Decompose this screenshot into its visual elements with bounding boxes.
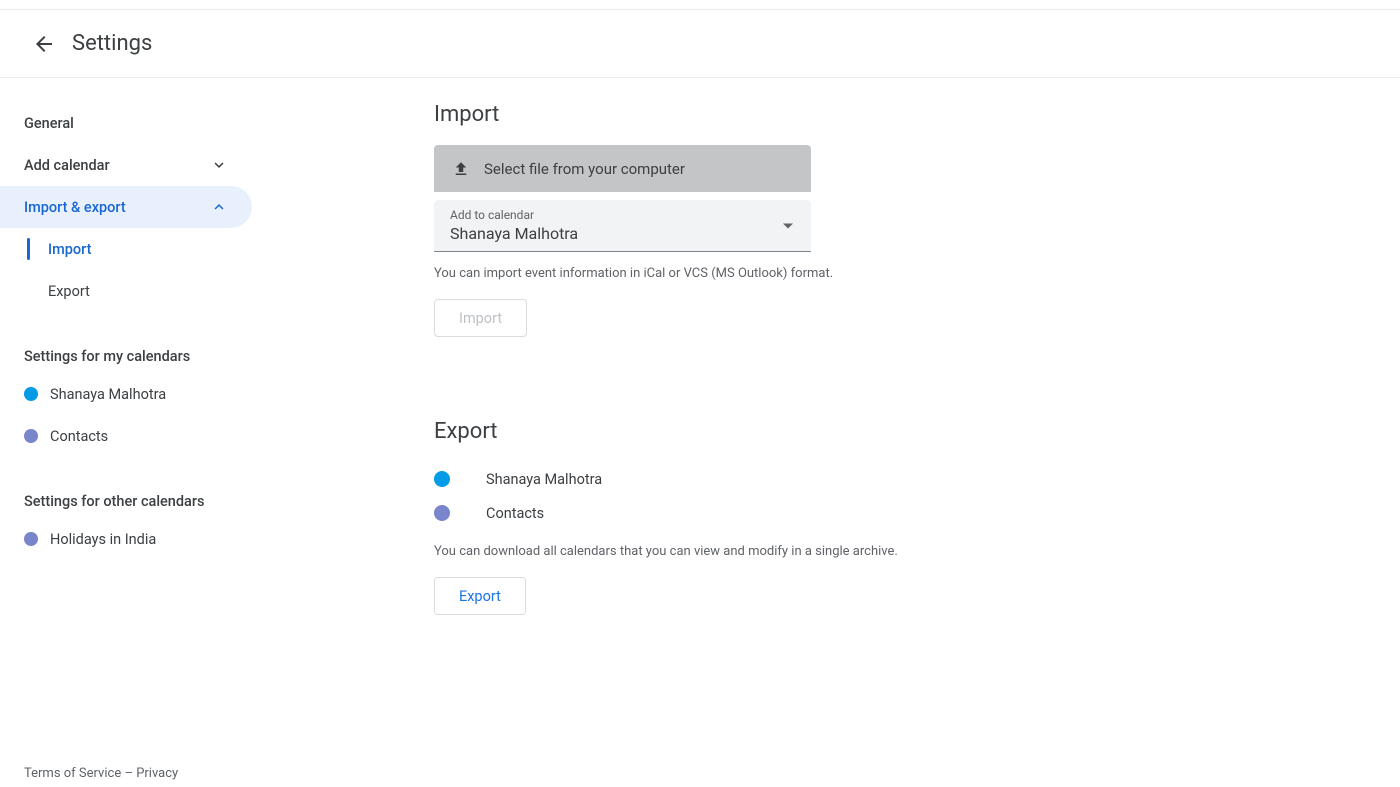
back-button[interactable] (24, 24, 64, 64)
sidebar-subitem-export[interactable]: Export (0, 270, 280, 312)
main-content: Import Select file from your computer Ad… (280, 78, 1400, 787)
sidebar: General Add calendar Import & export Imp… (0, 78, 280, 787)
footer: Terms of Service – Privacy (24, 766, 178, 781)
export-section-title: Export (434, 419, 1376, 444)
export-item-contacts: Contacts (434, 496, 1376, 530)
calendar-color-dot (434, 471, 450, 487)
export-button[interactable]: Export (434, 577, 526, 615)
calendar-color-dot (24, 532, 38, 546)
dropdown-value: Shanaya Malhotra (450, 224, 795, 243)
chevron-up-icon (210, 198, 228, 216)
header: Settings (0, 10, 1400, 78)
sidebar-subitem-label: Export (48, 283, 90, 300)
export-helper-text: You can download all calendars that you … (434, 544, 934, 559)
calendar-item-label: Shanaya Malhotra (50, 386, 166, 403)
privacy-link[interactable]: Privacy (136, 766, 178, 781)
calendar-item-shanaya[interactable]: Shanaya Malhotra (0, 373, 280, 415)
sidebar-section-my-calendars: Settings for my calendars (0, 332, 280, 373)
calendar-item-holidays[interactable]: Holidays in India (0, 518, 280, 560)
calendar-color-dot (24, 387, 38, 401)
calendar-color-dot (434, 505, 450, 521)
export-item-label: Shanaya Malhotra (486, 471, 602, 488)
sidebar-section-other-calendars: Settings for other calendars (0, 477, 280, 518)
calendar-color-dot (24, 429, 38, 443)
arrow-left-icon (32, 32, 56, 56)
import-button-label: Import (459, 310, 502, 327)
export-item-label: Contacts (486, 505, 544, 522)
export-button-label: Export (459, 588, 501, 605)
dropdown-label: Add to calendar (450, 208, 795, 222)
sidebar-item-import-export[interactable]: Import & export (0, 186, 252, 228)
sidebar-item-label: General (24, 115, 74, 132)
calendar-item-contacts[interactable]: Contacts (0, 415, 280, 457)
export-item-shanaya: Shanaya Malhotra (434, 462, 1376, 496)
add-to-calendar-dropdown[interactable]: Add to calendar Shanaya Malhotra (434, 200, 811, 252)
footer-separator: – (121, 766, 136, 781)
sidebar-item-add-calendar[interactable]: Add calendar (0, 144, 252, 186)
import-section-title: Import (434, 102, 1376, 127)
upload-icon (452, 160, 470, 178)
chevron-down-icon (210, 156, 228, 174)
import-helper-text: You can import event information in iCal… (434, 266, 854, 281)
file-select-label: Select file from your computer (484, 160, 685, 178)
calendar-item-label: Holidays in India (50, 531, 156, 548)
file-select-button[interactable]: Select file from your computer (434, 145, 811, 192)
sidebar-subitem-import[interactable]: Import (0, 228, 280, 270)
terms-link[interactable]: Terms of Service (24, 766, 121, 781)
dropdown-arrow-icon (783, 223, 793, 228)
sidebar-item-label: Import & export (24, 199, 126, 216)
import-button[interactable]: Import (434, 299, 527, 337)
sidebar-item-label: Add calendar (24, 157, 110, 174)
sidebar-subitem-label: Import (48, 241, 91, 258)
page-title: Settings (72, 31, 152, 56)
calendar-item-label: Contacts (50, 428, 108, 445)
sidebar-item-general[interactable]: General (0, 102, 252, 144)
